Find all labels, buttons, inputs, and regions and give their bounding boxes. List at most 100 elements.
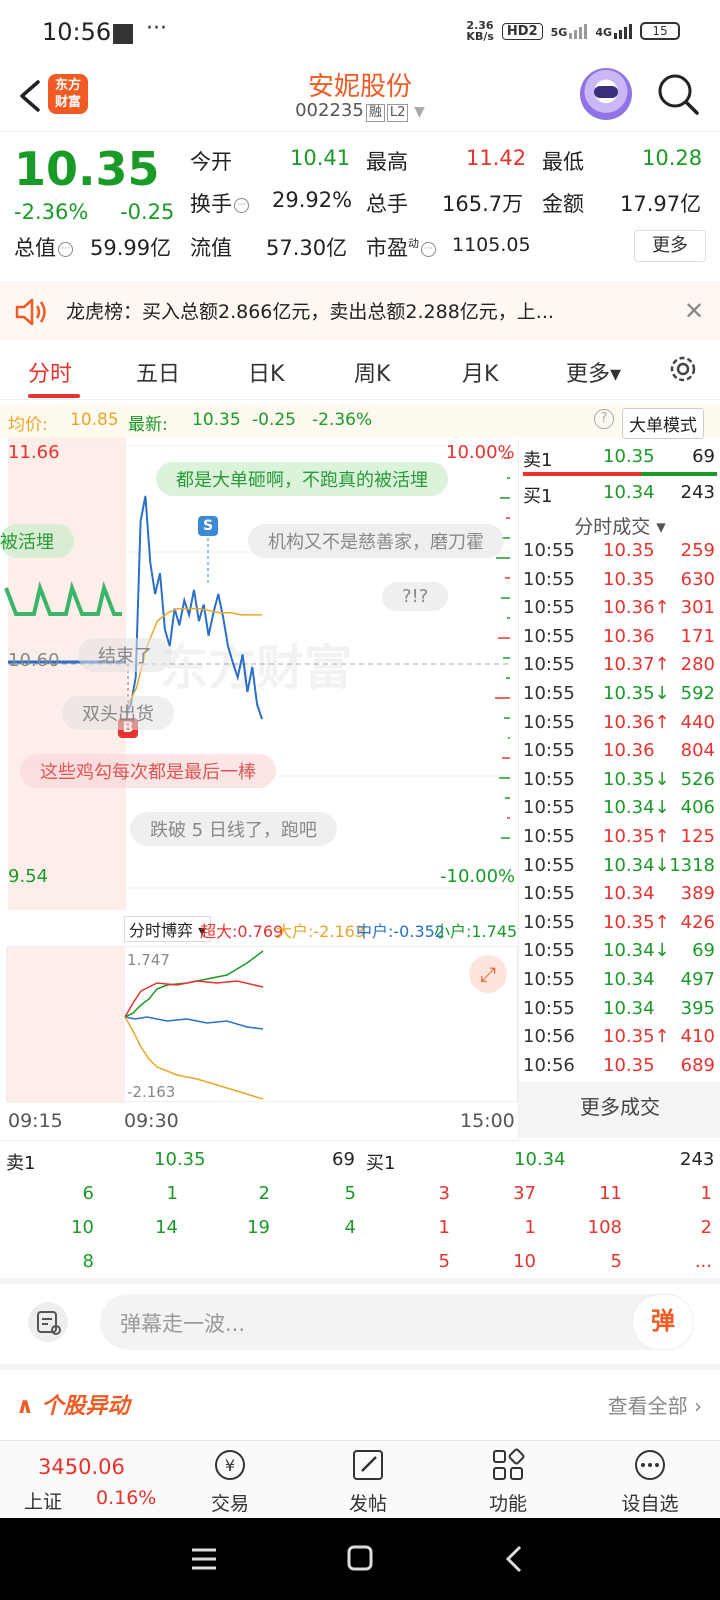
trade-row: 10:55 10.34 497 (519, 967, 720, 996)
pct-max-label: 10.00% (446, 442, 515, 463)
edit-icon (353, 1450, 383, 1480)
trade-price: 10.34↓ (603, 854, 670, 876)
more-notifications-icon: ··· (146, 16, 167, 41)
trade-volume: 526 (680, 768, 715, 790)
barrage-item: ?!? (382, 582, 449, 611)
sell-queue-cell: 6 (82, 1183, 94, 1204)
trade-time: 10:55 (523, 711, 575, 733)
trade-price: 10.34 (603, 883, 655, 905)
barrage-item: 结束了 (78, 638, 172, 672)
trade-row: 10:55 10.35↓ 592 (519, 681, 720, 710)
watermark: 东方财富 (160, 640, 353, 696)
dropdown-icon[interactable]: ▼ (414, 104, 425, 120)
sell-marker[interactable]: S (198, 516, 218, 536)
more-trades-button[interactable]: 更多成交 (519, 1082, 720, 1138)
green-wave-decoration (4, 581, 122, 616)
small-flow: 小户:1.745 (434, 922, 518, 941)
nav-label: 设自选 (621, 1493, 679, 1515)
barrage-item: 被活埋 (0, 524, 74, 558)
trade-time: 10:56 (523, 1054, 575, 1076)
time-label: 09:15 (8, 1110, 63, 1132)
index-ticker[interactable]: 3450.06 上证 0.16% (14, 1441, 164, 1519)
latest-pct: -2.36% (312, 410, 373, 430)
nav-label: 发帖 (348, 1493, 387, 1515)
robot-assistant-avatar[interactable] (580, 68, 632, 120)
margin-tag: 融 (365, 104, 385, 122)
trade-price: 10.35↑ (603, 1026, 670, 1048)
trade-time: 10:56 (523, 1026, 575, 1048)
trade-time: 10:55 (523, 797, 575, 819)
stock-header: 东方 财富 安妮股份 002235 融 L2 ▼ (0, 66, 720, 132)
nav-post[interactable]: 发帖 (318, 1441, 418, 1519)
trade-row: 10:55 10.35↓ 526 (519, 767, 720, 796)
nav-add-watchlist[interactable]: 设自选 (600, 1441, 700, 1519)
turnover-value: 29.92% (272, 188, 353, 212)
trades-title[interactable]: 分时成交 ▾ (519, 512, 720, 539)
buy-queue-cell: 1 (438, 1217, 450, 1238)
tab-monthly-k[interactable]: 月K (462, 356, 498, 388)
medium-flow: 中户:-0.352 (356, 922, 445, 941)
trade-time: 10:55 (523, 683, 575, 704)
pe-label: 市盈动 ··· (366, 232, 436, 262)
info-icon[interactable]: ··· (421, 241, 436, 257)
sell-queue-cell: 5 (344, 1183, 356, 1204)
trade-time: 10:55 (523, 625, 575, 647)
trade-volume: 804 (680, 740, 715, 762)
pe-value: 1105.05 (452, 234, 531, 256)
battery-icon: 15 (640, 22, 680, 40)
sell-queue-cell: 14 (155, 1217, 178, 1238)
trade-row: 10:55 10.34↓ 69 (519, 938, 720, 967)
trade-volume: 389 (680, 883, 715, 905)
tab-more[interactable]: 更多▾ (566, 356, 621, 388)
trade-price: 10.35↑ (603, 826, 670, 847)
stock-code: 002235 (295, 100, 364, 121)
index-value: 3450.06 (38, 1455, 125, 1479)
big-order-mode-button[interactable]: 大单模式 (622, 408, 704, 439)
more-quote-button[interactable]: 更多 (634, 230, 706, 262)
info-icon[interactable]: ··· (234, 197, 249, 213)
tab-weekly-k[interactable]: 周K (354, 356, 390, 388)
menu-icon[interactable] (190, 1546, 218, 1572)
queue-buy-price: 10.34 (514, 1149, 566, 1170)
abnormal-title[interactable]: ∧ 个股异动 (16, 1388, 130, 1420)
sell-ratio-bar (523, 472, 641, 476)
trade-volume: 406 (680, 797, 715, 819)
trade-ticker: 卖1 10.35 69 买1 10.34 243 分时成交 ▾ 10:55 10.… (518, 438, 720, 1138)
avg-label: 均价: (8, 415, 48, 435)
grid-icon (493, 1448, 525, 1480)
intraday-chart[interactable]: 东方财富 11.66 10.00% 10.60 9.54 -10.00% S B… (0, 438, 518, 910)
sell-queue-cell: 4 (344, 1217, 356, 1238)
trade-volume: 395 (680, 997, 715, 1019)
trade-time: 10:55 (523, 826, 575, 847)
nav-trade[interactable]: ¥ 交易 (180, 1441, 280, 1519)
tab-five-day[interactable]: 五日 (136, 356, 180, 388)
home-icon[interactable] (346, 1544, 374, 1572)
view-all-link[interactable]: 查看全部 › (608, 1390, 702, 1419)
trade-volume: 689 (680, 1054, 715, 1076)
nav-label: 功能 (488, 1493, 527, 1515)
close-icon[interactable]: ✕ (684, 297, 704, 325)
trade-time: 10:55 (523, 654, 575, 676)
tab-daily-k[interactable]: 日K (248, 356, 284, 388)
buy-queue-cell: 1 (700, 1183, 712, 1204)
flow-type-select[interactable]: 分时博弈 ▾ (124, 916, 212, 942)
quote-panel: 10.35 -2.36% -0.25 今开 10.41 最高 11.42 最低 … (0, 134, 720, 280)
info-icon[interactable]: ··· (58, 241, 73, 257)
danmu-settings-icon[interactable] (28, 1302, 68, 1342)
trade-volume: 69 (692, 940, 715, 962)
float-value: 57.30亿 (266, 236, 348, 260)
nav-functions[interactable]: 功能 (458, 1441, 558, 1519)
buy-ratio-bar (641, 472, 717, 476)
help-icon[interactable]: ? (594, 409, 614, 429)
danmu-input[interactable]: 弹幕走一波... 弹 (100, 1294, 694, 1350)
danmu-send-button[interactable]: 弹 (632, 1294, 694, 1350)
expand-icon[interactable]: ⤢ (469, 955, 507, 993)
search-icon[interactable] (656, 72, 700, 116)
barrage-item: 这些鸡勾每次都是最后一棒 (20, 754, 276, 788)
trade-volume: 497 (680, 969, 715, 990)
amount-label: 金额 (542, 192, 584, 216)
dragon-tiger-notice[interactable]: 龙虎榜：买入总额2.866亿元，卖出总额2.288亿元，上... ✕ (0, 282, 720, 340)
tab-intraday[interactable]: 分时 (28, 356, 72, 388)
gear-icon[interactable] (666, 352, 700, 386)
back-icon[interactable] (504, 1544, 524, 1574)
